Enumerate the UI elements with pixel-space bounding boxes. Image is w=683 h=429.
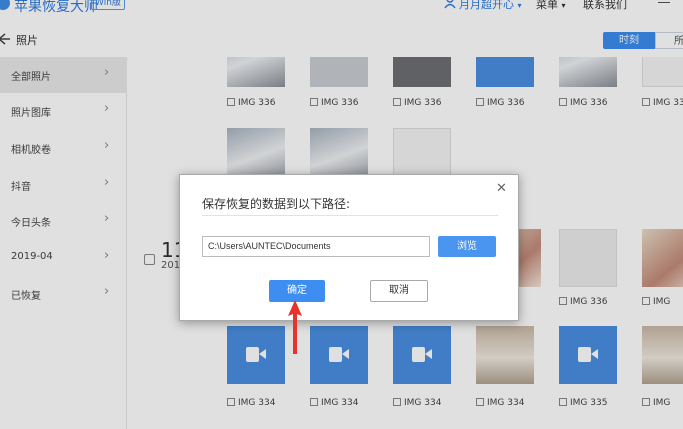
browse-button[interactable]: 浏览	[438, 236, 496, 257]
save-path-field[interactable]: C:\Users\AUNTEC\Documents	[202, 236, 430, 257]
confirm-button[interactable]: 确定	[269, 280, 325, 302]
dialog-title: 保存恢复的数据到以下路径:	[202, 197, 351, 211]
save-path-dialog: ✕ 保存恢复的数据到以下路径: C:\Users\AUNTEC\Document…	[179, 174, 519, 321]
cancel-button[interactable]: 取消	[370, 280, 428, 302]
close-icon[interactable]: ✕	[496, 181, 507, 196]
pointer-arrow-icon	[288, 300, 302, 354]
dialog-divider	[202, 215, 498, 216]
app-window: 苹果恢复大师 Win版 月月超开心 ▾ 菜单 ▾ 联系我们 照片 时刻 所 全部…	[0, 0, 683, 429]
